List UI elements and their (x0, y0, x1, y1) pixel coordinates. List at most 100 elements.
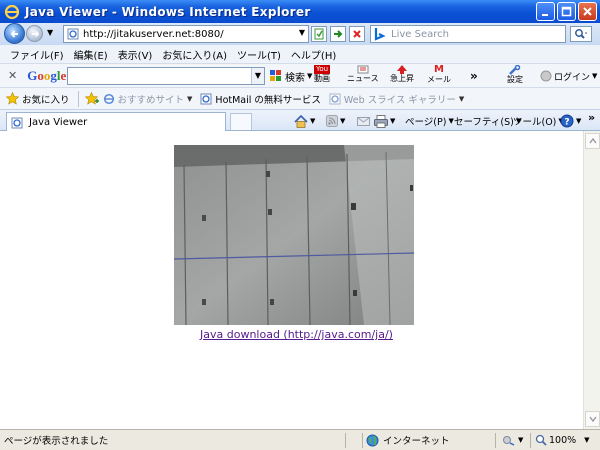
url-dropdown-icon[interactable]: ▼ (299, 28, 305, 37)
help-dropdown-icon[interactable]: ▼ (576, 117, 581, 125)
rss-feed-icon (326, 115, 338, 127)
menu-view[interactable]: 表示(V) (113, 47, 158, 62)
hotmail-link[interactable]: HotMail の無料サービス (200, 92, 321, 106)
google-search-button[interactable]: 検索 ▼ (269, 66, 312, 86)
menu-tools[interactable]: ツール(T) (232, 47, 286, 62)
toolbar-login[interactable]: ログイン ▼ (540, 66, 597, 86)
toolbar-mail[interactable]: M メール (427, 65, 451, 85)
forward-button[interactable] (26, 25, 43, 42)
login-label: ログイン (554, 72, 591, 83)
compatibility-view-button[interactable] (311, 26, 327, 42)
help-button[interactable]: ? ▼ (560, 112, 581, 130)
google-search-dropdown-icon[interactable]: ▼ (251, 68, 264, 84)
forward-arrow-icon (31, 30, 39, 37)
settings-label: 設定 (507, 75, 523, 84)
toolbar-youtube[interactable]: You 動画 (314, 65, 331, 85)
print-button[interactable]: ▼ (374, 112, 395, 130)
tools-menu-button[interactable]: ツール(O) ▼ (513, 112, 564, 130)
menu-bar: ファイル(F) 編集(E) 表示(V) お気に入り(A) ツール(T) ヘルプ(… (0, 45, 600, 63)
window-title: Java Viewer - Windows Internet Explorer (25, 4, 311, 19)
mail-envelope-icon (357, 116, 370, 126)
web-slice-dropdown-icon[interactable]: ▼ (459, 95, 464, 103)
java-viewer-video-frame[interactable] (174, 145, 414, 325)
ie-logo-icon (4, 4, 20, 19)
protected-mode-button[interactable]: ▼ (502, 434, 523, 446)
security-zone[interactable]: インターネット (366, 433, 450, 447)
printer-icon (374, 114, 388, 128)
home-button[interactable]: ▼ (294, 112, 315, 130)
page-icon (67, 28, 79, 40)
favorites-bar: お気に入り おすすめサイト ▼ HotMail の無料サービス Web スライス… (0, 87, 600, 109)
address-field[interactable]: http://jitakuserver.net:8080/ ▼ (63, 25, 309, 43)
search-field[interactable]: Live Search (370, 25, 566, 43)
close-button[interactable] (578, 2, 597, 21)
maximize-icon (561, 6, 572, 17)
toolbar-more-chevron[interactable]: » (470, 66, 478, 86)
addons-icon (503, 436, 515, 446)
rising-label: 急上昇 (390, 74, 414, 83)
gmail-icon: M (434, 64, 444, 75)
tab-label: Java Viewer (29, 117, 88, 128)
feeds-dropdown-icon[interactable]: ▼ (340, 117, 345, 125)
suggested-sites-label: おすすめサイト (117, 94, 185, 106)
java-download-link[interactable]: Java download (http://java.com/ja/) (200, 328, 393, 341)
favorites-button[interactable]: お気に入り (6, 92, 70, 106)
read-mail-button[interactable] (357, 112, 370, 130)
protected-mode-dropdown-icon: ▼ (518, 436, 524, 444)
maximize-button[interactable] (557, 2, 576, 21)
globe-icon (366, 434, 379, 446)
tab-java-viewer[interactable]: Java Viewer (6, 112, 226, 132)
minimize-button[interactable] (536, 2, 555, 21)
suggested-sites-dropdown-icon[interactable]: ▼ (187, 95, 192, 103)
safety-menu-button[interactable]: セーフティ(S) ▼ (454, 112, 521, 130)
live-search-icon (374, 28, 386, 41)
recent-pages-dropdown-icon[interactable]: ▼ (47, 28, 53, 37)
command-bar-more-chevron[interactable]: » (588, 108, 595, 126)
stop-x-icon (353, 30, 361, 38)
close-icon (583, 7, 592, 16)
toolbar-rising[interactable]: 急上昇 (390, 65, 414, 85)
scroll-down-button[interactable] (585, 411, 600, 427)
add-to-favorites-button[interactable] (84, 92, 99, 105)
back-button[interactable] (4, 23, 25, 44)
url-text: http://jitakuserver.net:8080/ (83, 28, 224, 40)
menu-favorites[interactable]: お気に入り(A) (157, 47, 232, 62)
home-icon (294, 114, 308, 128)
google-g-icon (270, 70, 281, 81)
search-button[interactable] (570, 26, 592, 42)
web-slice-gallery-link[interactable]: Web スライス ギャラリー ▼ (329, 92, 464, 106)
scroll-up-button[interactable] (585, 133, 600, 149)
suggested-sites-link[interactable]: おすすめサイト ▼ (103, 92, 192, 106)
status-text: ページが表示されました (4, 436, 109, 447)
go-button[interactable] (330, 26, 346, 42)
google-search-menu-icon[interactable]: ▼ (307, 72, 312, 80)
menu-edit[interactable]: 編集(E) (69, 47, 113, 62)
status-divider (362, 433, 363, 448)
vertical-scrollbar[interactable] (583, 131, 600, 429)
toolbar-settings[interactable]: 設定 (507, 65, 523, 85)
compatibility-icon (314, 28, 324, 40)
google-toolbar: ✕ Google ▼ 検索 ▼ You 動画 ニュース 急上昇 M メール » … (0, 63, 600, 87)
page-menu-button[interactable]: ページ(P) ▼ (405, 112, 454, 130)
youtube-label: 動画 (314, 74, 331, 83)
login-dropdown-icon[interactable]: ▼ (592, 72, 597, 80)
toolbar-news[interactable]: ニュース (347, 65, 379, 85)
close-toolbar-icon[interactable]: ✕ (8, 69, 17, 82)
google-search-input[interactable]: ▼ (67, 67, 265, 85)
zoom-button[interactable]: 100% ▼ (535, 434, 590, 446)
feeds-button[interactable]: ▼ (326, 112, 345, 130)
new-tab-button[interactable] (230, 113, 252, 130)
ie-page-icon (329, 93, 341, 104)
scroll-down-arrow-icon (588, 416, 597, 422)
stop-button[interactable] (349, 26, 365, 42)
page-menu-label: ページ(P) (405, 117, 447, 128)
status-divider (530, 433, 531, 448)
favorites-label: お気に入り (22, 94, 70, 106)
menu-help[interactable]: ヘルプ(H) (286, 47, 341, 62)
print-dropdown-icon[interactable]: ▼ (390, 117, 395, 125)
news-icon (357, 65, 369, 74)
ie-page-icon (11, 117, 23, 128)
menu-file[interactable]: ファイル(F) (5, 47, 69, 62)
home-dropdown-icon[interactable]: ▼ (310, 117, 315, 125)
ie-page-icon (103, 93, 114, 104)
